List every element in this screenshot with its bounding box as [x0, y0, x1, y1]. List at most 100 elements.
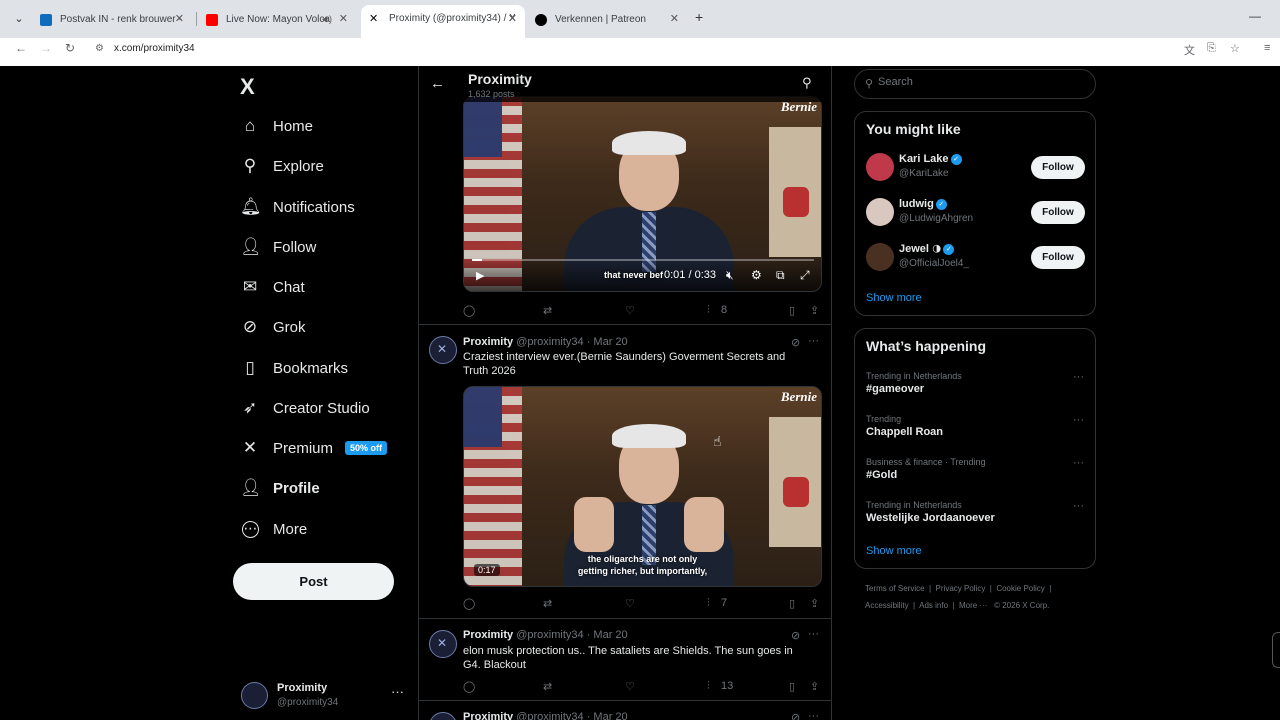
- show-more-link[interactable]: Show more: [866, 545, 922, 557]
- tweet-date[interactable]: · Mar 20: [587, 336, 628, 348]
- reload-icon[interactable]: ↻: [65, 41, 75, 55]
- nav-explore[interactable]: ⚲ Explore: [240, 152, 324, 180]
- install-app-icon[interactable]: ⎘: [1207, 42, 1216, 55]
- tweet-avatar[interactable]: [429, 630, 457, 658]
- grok-icon[interactable]: ⊘: [791, 336, 800, 349]
- trend-name[interactable]: Westelijke Jordaanoever: [866, 512, 995, 524]
- share-icon[interactable]: ⇪: [810, 304, 819, 317]
- tab-proximity[interactable]: ✕ Proximity (@proximity34) / X ✕: [361, 5, 525, 38]
- share-icon[interactable]: ⇪: [810, 597, 819, 610]
- trend-more-icon[interactable]: ···: [1073, 371, 1084, 383]
- views-icon[interactable]: ⫶: [707, 597, 710, 610]
- follow-button[interactable]: Follow: [1031, 156, 1085, 179]
- cookie-link[interactable]: Cookie Policy: [996, 584, 1044, 593]
- pip-icon[interactable]: ⧉: [776, 268, 785, 283]
- nav-more[interactable]: ⋯ More: [240, 515, 307, 543]
- account-handle[interactable]: @proximity34: [277, 697, 338, 708]
- repost-icon[interactable]: ⇄: [543, 304, 552, 317]
- settings-icon[interactable]: ⚙: [751, 268, 762, 282]
- reply-icon[interactable]: ◯: [463, 597, 475, 610]
- nav-creator-studio[interactable]: ➶ Creator Studio: [240, 394, 370, 422]
- like-icon[interactable]: ♡: [625, 304, 635, 317]
- grok-icon[interactable]: ⊘: [791, 629, 800, 642]
- tweet-author-handle[interactable]: @proximity34: [516, 336, 583, 348]
- close-tab-icon[interactable]: ✕: [670, 7, 679, 32]
- more-icon[interactable]: ···: [808, 710, 819, 720]
- nav-chat[interactable]: ✉ Chat: [240, 273, 305, 301]
- mute-icon[interactable]: 🔇︎: [726, 268, 734, 283]
- search-icon[interactable]: ⚲: [802, 75, 812, 91]
- forward-icon[interactable]: →: [40, 41, 52, 55]
- tweet-avatar[interactable]: [429, 336, 457, 364]
- like-icon[interactable]: ♡: [625, 680, 635, 693]
- play-icon[interactable]: ▶: [476, 269, 484, 282]
- trend-name[interactable]: #Gold: [866, 469, 897, 481]
- tweet-author-handle[interactable]: @proximity34: [516, 711, 583, 720]
- speaker-icon[interactable]: ◄): [320, 7, 332, 32]
- bookmark-star-icon[interactable]: ☆: [1230, 42, 1240, 55]
- x-logo-icon[interactable]: X: [240, 74, 255, 100]
- more-icon[interactable]: ···: [808, 335, 819, 347]
- nav-profile[interactable]: 👤︎ Profile: [240, 474, 320, 502]
- account-name[interactable]: Proximity: [277, 682, 327, 694]
- tab-live-now[interactable]: Live Now: Mayon Volca ◄) ✕: [198, 7, 356, 32]
- bookmark-icon[interactable]: ▯: [789, 680, 795, 693]
- views-icon[interactable]: ⫶: [707, 304, 710, 317]
- search-box[interactable]: ⚲: [854, 69, 1096, 99]
- suggestion-avatar[interactable]: [866, 153, 894, 181]
- tweet-author-name[interactable]: Proximity: [463, 711, 513, 720]
- close-tab-icon[interactable]: ✕: [508, 5, 517, 33]
- more-icon[interactable]: ···: [808, 628, 819, 640]
- accessibility-link[interactable]: Accessibility: [865, 601, 909, 610]
- nav-premium[interactable]: ✕ Premium 50% off: [240, 434, 388, 462]
- search-input[interactable]: [878, 76, 1078, 88]
- follow-button[interactable]: Follow: [1031, 246, 1085, 269]
- more-link[interactable]: More ···: [959, 601, 987, 610]
- trend-name[interactable]: #gameover: [866, 383, 924, 395]
- tweet-video[interactable]: Bernie ▶ that never bef 0:01 / 0:33 🔇︎ ⚙…: [463, 96, 822, 292]
- terms-link[interactable]: Terms of Service: [865, 584, 925, 593]
- tab-outlook[interactable]: Postvak IN - renk brouwer - Ou ✕: [32, 7, 192, 50]
- bookmark-icon[interactable]: ▯: [789, 304, 795, 317]
- suggestion-avatar[interactable]: [866, 243, 894, 271]
- minimize-window-icon[interactable]: —: [1249, 9, 1261, 23]
- nav-notifications[interactable]: 🔔︎ Notifications: [240, 193, 355, 221]
- suggestion-avatar[interactable]: [866, 198, 894, 226]
- nav-follow[interactable]: 👤︎ Follow: [240, 233, 316, 261]
- suggestion-name[interactable]: ludwig ✓: [899, 198, 947, 210]
- repost-icon[interactable]: ⇄: [543, 597, 552, 610]
- video-progress-bar[interactable]: [472, 259, 814, 261]
- suggestion-name[interactable]: Kari Lake ✓: [899, 153, 962, 165]
- grok-icon[interactable]: ⊘: [791, 711, 800, 720]
- tab-patreon[interactable]: Verkennen | Patreon ✕: [527, 7, 687, 32]
- nav-bookmarks[interactable]: ▯ Bookmarks: [240, 354, 348, 382]
- trend-more-icon[interactable]: ···: [1073, 500, 1084, 512]
- tweet-date[interactable]: · Mar 20: [587, 711, 628, 720]
- site-info-icon[interactable]: ⚙: [95, 43, 104, 54]
- reply-icon[interactable]: ◯: [463, 304, 475, 317]
- views-icon[interactable]: ⫶: [707, 680, 710, 693]
- like-icon[interactable]: ♡: [625, 597, 635, 610]
- repost-icon[interactable]: ⇄: [543, 680, 552, 693]
- browser-menu-icon[interactable]: ≡: [1264, 42, 1270, 54]
- tweet-author-name[interactable]: Proximity: [463, 336, 513, 348]
- edge-handle[interactable]: [1272, 632, 1280, 668]
- address-bar[interactable]: x.com/proximity34: [114, 43, 195, 54]
- tweet-avatar[interactable]: [429, 712, 457, 720]
- ads-info-link[interactable]: Ads info: [919, 601, 948, 610]
- tweet-date[interactable]: · Mar 20: [587, 629, 628, 641]
- trend-name[interactable]: Chappell Roan: [866, 426, 943, 438]
- nav-grok[interactable]: ⊘ Grok: [240, 313, 306, 341]
- back-icon[interactable]: ←: [15, 41, 27, 55]
- account-avatar[interactable]: [241, 682, 268, 709]
- show-more-link[interactable]: Show more: [866, 292, 922, 304]
- trend-more-icon[interactable]: ···: [1073, 457, 1084, 469]
- post-button[interactable]: Post: [233, 563, 394, 600]
- new-tab-icon[interactable]: +: [695, 9, 703, 25]
- close-tab-icon[interactable]: ✕: [339, 7, 348, 32]
- tab-search-icon[interactable]: ⌄: [10, 10, 28, 28]
- tweet-author-name[interactable]: Proximity: [463, 629, 513, 641]
- translate-icon[interactable]: 文: [1184, 42, 1195, 58]
- bookmark-icon[interactable]: ▯: [789, 597, 795, 610]
- follow-button[interactable]: Follow: [1031, 201, 1085, 224]
